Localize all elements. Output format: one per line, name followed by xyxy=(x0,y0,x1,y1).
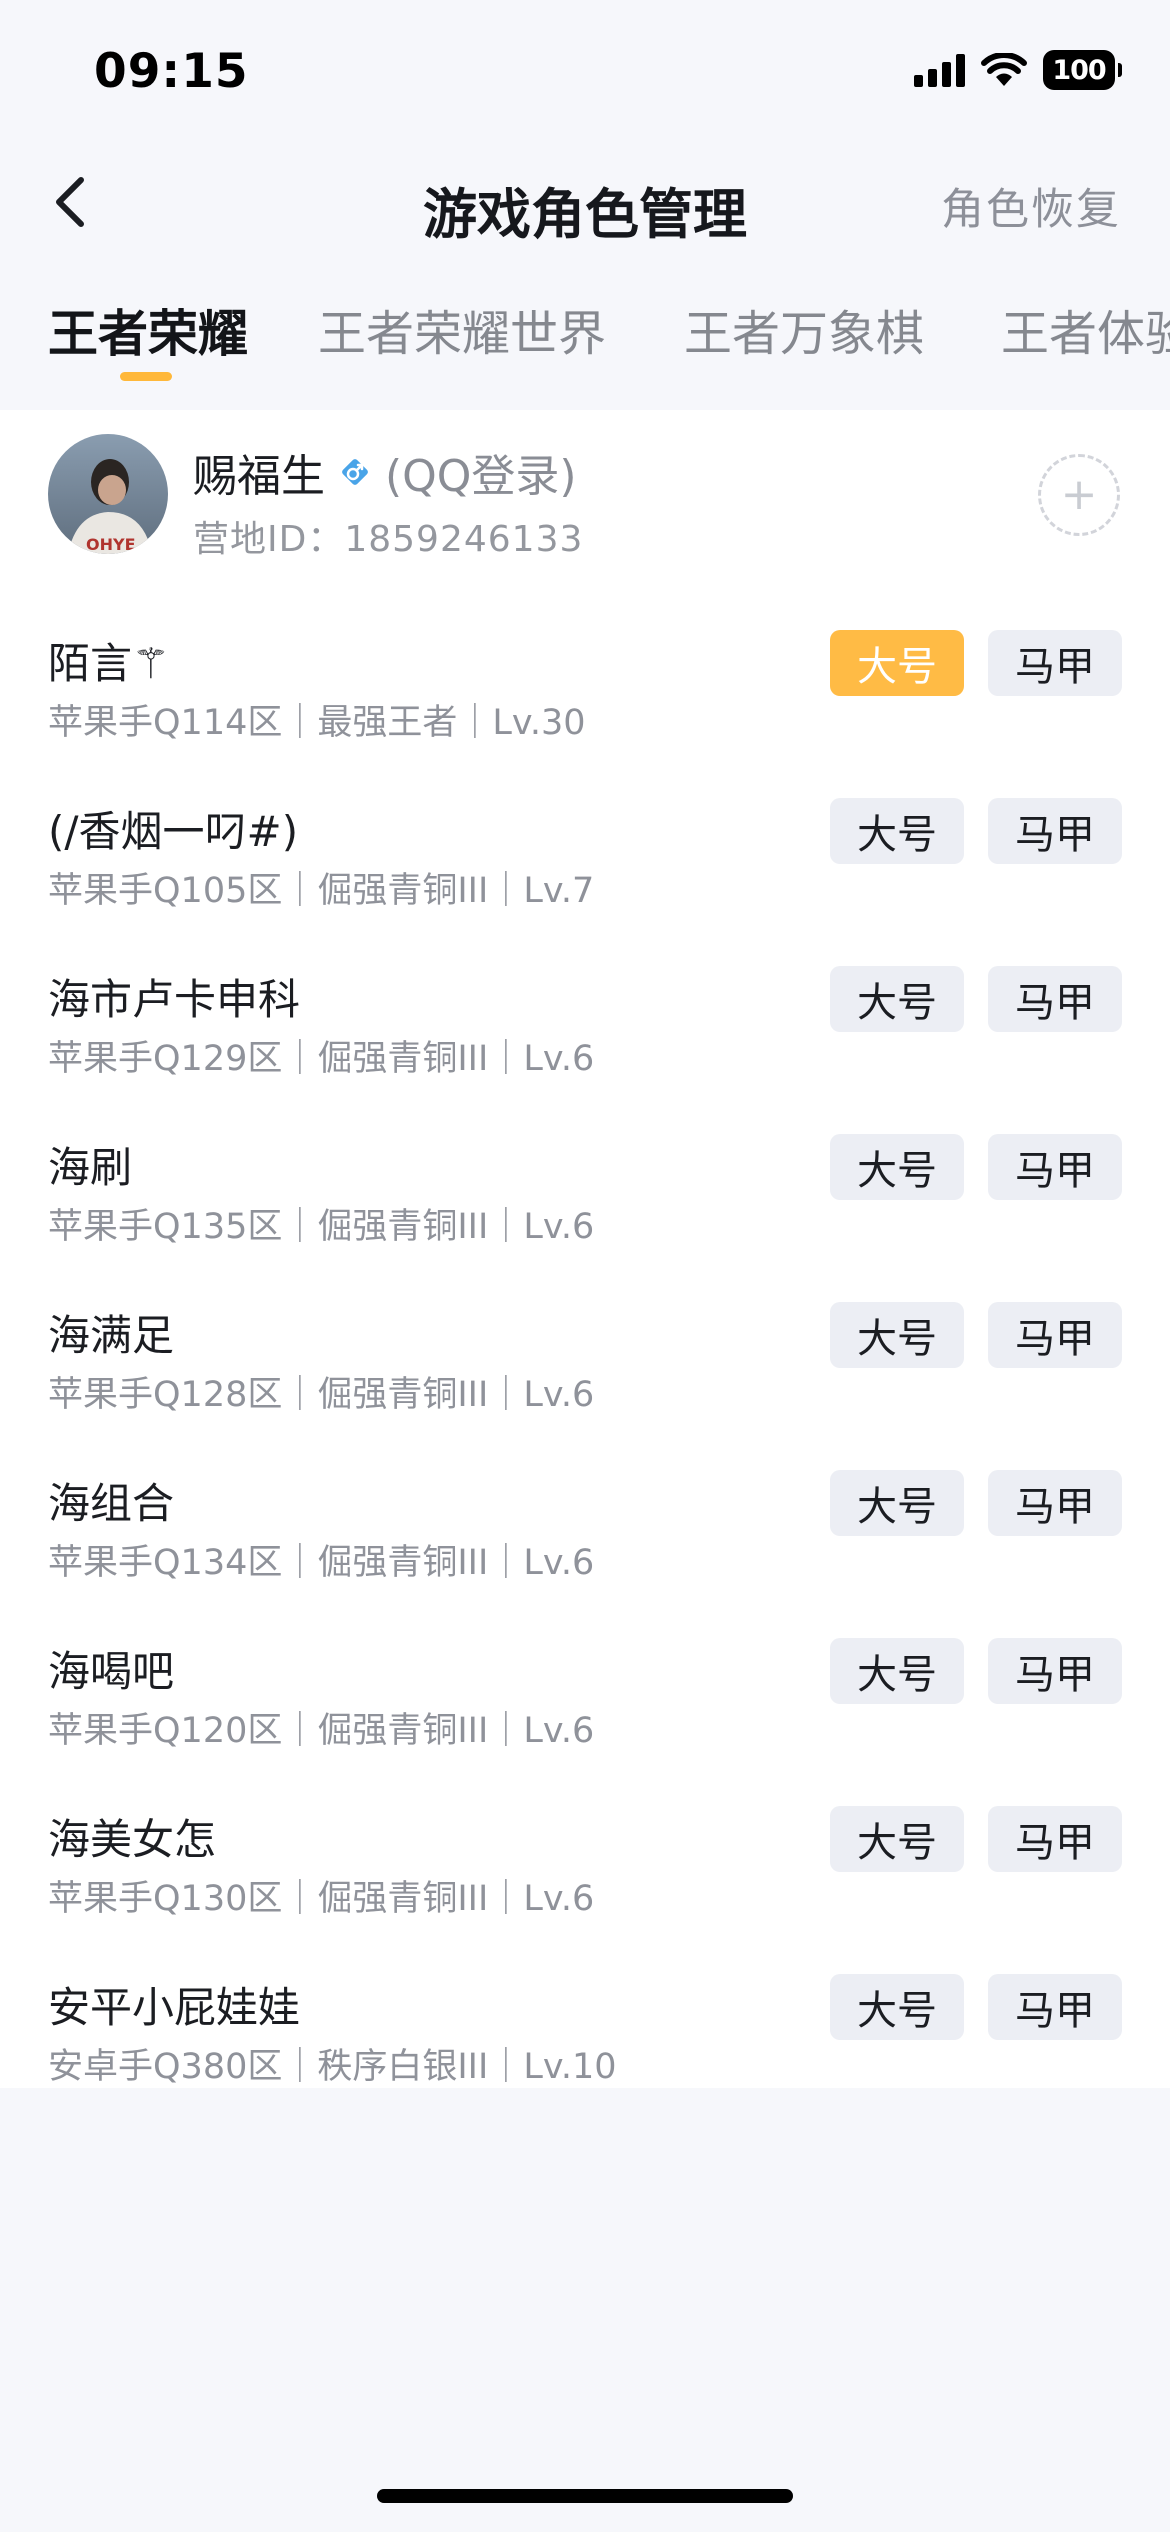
role-info: 苹果手Q105区｜倔强青铜III｜Lv.7 xyxy=(48,871,595,911)
alt-account-button[interactable]: 马甲 xyxy=(988,1302,1122,1368)
active-tab-indicator xyxy=(120,372,172,381)
role-info: 苹果手Q130区｜倔强青铜III｜Lv.6 xyxy=(48,1879,595,1919)
wifi-icon xyxy=(981,53,1027,86)
role-row: 海喝吧 苹果手Q120区｜倔强青铜III｜Lv.6 大号 马甲 xyxy=(0,1638,1170,1806)
role-name: 安平小屁娃娃 xyxy=(48,1983,301,2032)
main-account-button[interactable]: 大号 xyxy=(830,1134,964,1200)
alt-account-button[interactable]: 马甲 xyxy=(988,1638,1122,1704)
main-account-button[interactable]: 大号 xyxy=(830,966,964,1032)
role-row: 海满足 苹果手Q128区｜倔强青铜III｜Lv.6 大号 马甲 xyxy=(0,1302,1170,1470)
role-row: 海美女怎 苹果手Q130区｜倔强青铜III｜Lv.6 大号 马甲 xyxy=(0,1806,1170,1974)
alt-account-button[interactable]: 马甲 xyxy=(988,1134,1122,1200)
role-info: 苹果手Q120区｜倔强青铜III｜Lv.6 xyxy=(48,1711,595,1751)
male-icon xyxy=(337,454,373,490)
main-account-button[interactable]: 大号 xyxy=(830,1806,964,1872)
role-name: 海市卢卡申科 xyxy=(48,975,301,1024)
account-name: 赐福生 (QQ登录) xyxy=(193,440,577,504)
main-account-button[interactable]: 大号 xyxy=(830,1974,964,2040)
status-bar: 09:15 100 xyxy=(0,0,1170,140)
role-info: 苹果手Q134区｜倔强青铜III｜Lv.6 xyxy=(48,1543,595,1583)
alt-account-button[interactable]: 马甲 xyxy=(988,1974,1122,2040)
status-icons: 100 xyxy=(914,50,1122,90)
role-name: 海喝吧 xyxy=(48,1647,175,1696)
main-account-button[interactable]: 大号 xyxy=(830,798,964,864)
back-button[interactable] xyxy=(40,170,100,234)
role-info: 苹果手Q114区｜最强王者｜Lv.30 xyxy=(48,703,586,743)
plus-icon: + xyxy=(1060,469,1098,520)
role-name: 海满足 xyxy=(48,1311,175,1360)
role-row: 海刷 苹果手Q135区｜倔强青铜III｜Lv.6 大号 马甲 xyxy=(0,1134,1170,1302)
status-time: 09:15 xyxy=(94,44,249,99)
role-info: 安卓手Q380区｜秩序白银III｜Lv.10 xyxy=(48,2047,617,2087)
main-account-button[interactable]: 大号 xyxy=(830,1302,964,1368)
game-tabs: 王者荣耀 王者荣耀世界 王者万象棋 王者体验 xyxy=(0,264,1170,410)
add-role-button[interactable]: + xyxy=(1038,454,1120,536)
avatar: OHYE xyxy=(48,434,168,554)
alt-account-button[interactable]: 马甲 xyxy=(988,630,1122,696)
account-name-text: 赐福生 xyxy=(193,451,325,502)
role-info: 苹果手Q129区｜倔强青铜III｜Lv.6 xyxy=(48,1039,595,1079)
role-name: 陌言⚚ xyxy=(48,639,170,688)
role-row: 陌言⚚ 苹果手Q114区｜最强王者｜Lv.30 大号 马甲 xyxy=(0,630,1170,798)
tab-honor-of-kings[interactable]: 王者荣耀 xyxy=(48,294,248,366)
cellular-signal-icon xyxy=(914,53,965,87)
role-row: 海市卢卡申科 苹果手Q129区｜倔强青铜III｜Lv.6 大号 马甲 xyxy=(0,966,1170,1134)
role-name: 海刷 xyxy=(48,1143,133,1192)
role-info: 苹果手Q135区｜倔强青铜III｜Lv.6 xyxy=(48,1207,595,1247)
tab-honor-of-kings-world[interactable]: 王者荣耀世界 xyxy=(318,294,606,364)
main-account-button[interactable]: 大号 xyxy=(830,1470,964,1536)
alt-account-button[interactable]: 马甲 xyxy=(988,966,1122,1032)
tab-honor-of-kings-chess[interactable]: 王者万象棋 xyxy=(684,294,924,364)
role-info: 苹果手Q128区｜倔强青铜III｜Lv.6 xyxy=(48,1375,595,1415)
role-row: (/香烟一叼#) 苹果手Q105区｜倔强青铜III｜Lv.7 大号 马甲 xyxy=(0,798,1170,966)
role-name: (/香烟一叼#) xyxy=(48,807,299,856)
camp-id: 营地ID：1859246133 xyxy=(193,519,584,560)
svg-text:OHYE: OHYE xyxy=(86,535,136,554)
alt-account-button[interactable]: 马甲 xyxy=(988,798,1122,864)
role-row: 安平小屁娃娃 安卓手Q380区｜秩序白银III｜Lv.10 大号 马甲 xyxy=(0,1974,1170,2142)
alt-account-button[interactable]: 马甲 xyxy=(988,1470,1122,1536)
nav-header: 游戏角色管理 角色恢复 xyxy=(0,140,1170,264)
role-name: 海美女怎 xyxy=(48,1815,217,1864)
chevron-left-icon xyxy=(56,177,84,227)
role-list-card: OHYE 赐福生 (QQ登录) 营地ID：1859246133 + 陌言⚚ 苹果… xyxy=(0,410,1170,2088)
role-name: 海组合 xyxy=(48,1479,175,1528)
role-restore-link[interactable]: 角色恢复 xyxy=(941,175,1121,237)
account-header: OHYE 赐福生 (QQ登录) 营地ID：1859246133 + xyxy=(0,410,1170,580)
tab-honor-of-kings-trial[interactable]: 王者体验 xyxy=(1001,294,1170,364)
home-indicator xyxy=(377,2489,793,2503)
alt-account-button[interactable]: 马甲 xyxy=(988,1806,1122,1872)
main-account-button[interactable]: 大号 xyxy=(830,1638,964,1704)
role-row: 海组合 苹果手Q134区｜倔强青铜III｜Lv.6 大号 马甲 xyxy=(0,1470,1170,1638)
login-type: (QQ登录) xyxy=(385,451,577,502)
main-account-button[interactable]: 大号 xyxy=(830,630,964,696)
battery-icon: 100 xyxy=(1043,50,1122,90)
